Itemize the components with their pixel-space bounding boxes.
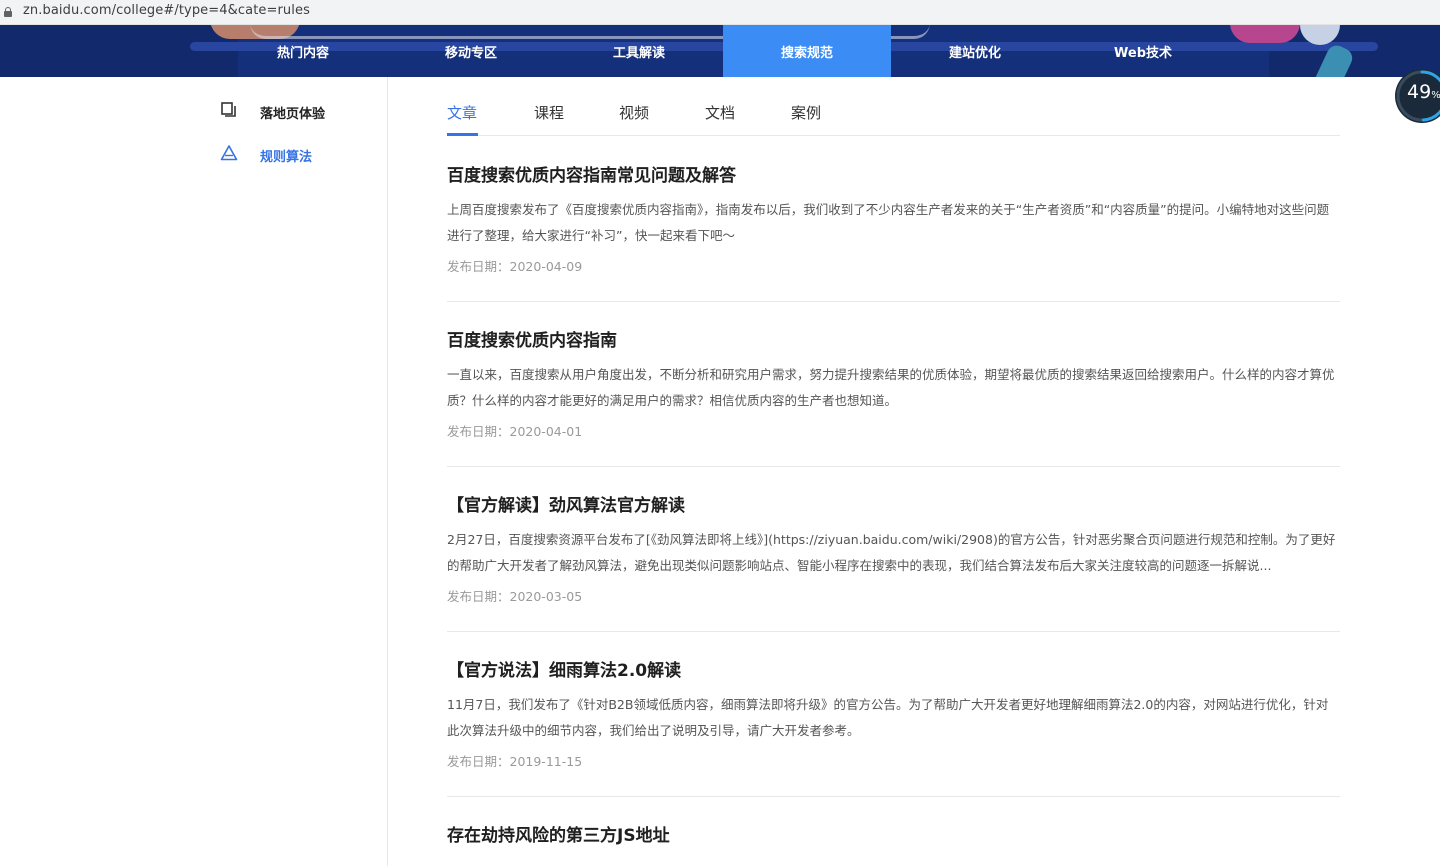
nav-item-web-tech[interactable]: Web技术 — [1059, 25, 1227, 77]
article-item: 【官方说法】细雨算法2.0解读 11月7日，我们发布了《针对B2B领域低质内容，… — [447, 632, 1340, 797]
nav-item-search-rules[interactable]: 搜索规范 — [723, 25, 891, 77]
article-title[interactable]: 【官方解读】劲风算法官方解读 — [447, 491, 685, 516]
article-title[interactable]: 存在劫持风险的第三方JS地址 — [447, 821, 670, 846]
url-text[interactable]: zn.baidu.com/college#/type=4&cate=rules — [23, 3, 310, 18]
copy-icon — [220, 101, 238, 123]
sidebar: 落地页体验 规则算法 — [0, 77, 388, 866]
sidebar-item-label: 规则算法 — [260, 149, 313, 165]
article-item: 百度搜索优质内容指南常见问题及解答 上周百度搜索发布了《百度搜索优质内容指南》，… — [447, 137, 1340, 302]
sidebar-item-landing-page[interactable]: 落地页体验 — [220, 100, 325, 124]
article-date: 发布日期：2020-03-05 — [447, 589, 583, 604]
main-nav: 热门内容 移动专区 工具解读 搜索规范 建站优化 Web技术 — [219, 25, 1227, 77]
top-banner: 热门内容 移动专区 工具解读 搜索规范 建站优化 Web技术 — [0, 25, 1440, 77]
article-item: 百度搜索优质内容指南 一直以来，百度搜索从用户角度出发，不断分析和研究用户需求，… — [447, 302, 1340, 467]
article-summary: 2月27日，百度搜索资源平台发布了[《劲风算法即将上线》](https://zi… — [447, 532, 1336, 573]
progress-value: 49% — [1407, 81, 1440, 103]
article-title[interactable]: 百度搜索优质内容指南 — [447, 326, 617, 351]
tab-articles[interactable]: 文章 — [447, 102, 477, 123]
article-summary: 11月7日，我们发布了《针对B2B领域低质内容，细雨算法即将升级》的官方公告。为… — [447, 697, 1329, 738]
article-summary: 一直以来，百度搜索从用户角度出发，不断分析和研究用户需求，努力提升搜索结果的优质… — [447, 367, 1335, 408]
article-item: 存在劫持风险的第三方JS地址 — [447, 797, 1340, 866]
nav-item-tools[interactable]: 工具解读 — [555, 25, 723, 77]
sidebar-item-label: 落地页体验 — [260, 106, 326, 122]
article-item: 【官方解读】劲风算法官方解读 2月27日，百度搜索资源平台发布了[《劲风算法即将… — [447, 467, 1340, 632]
article-title[interactable]: 百度搜索优质内容指南常见问题及解答 — [447, 161, 736, 186]
article-date: 发布日期：2020-04-09 — [447, 259, 583, 274]
article-title[interactable]: 【官方说法】细雨算法2.0解读 — [447, 656, 681, 681]
nav-item-hot[interactable]: 热门内容 — [219, 25, 387, 77]
warning-triangle-icon — [220, 144, 238, 166]
active-tab-indicator — [447, 133, 478, 136]
lock-icon — [4, 7, 12, 17]
address-bar[interactable]: zn.baidu.com/college#/type=4&cate=rules — [0, 0, 1440, 25]
content-tabs: 文章 课程 视频 文档 案例 — [447, 98, 1340, 136]
nav-item-mobile[interactable]: 移动专区 — [387, 25, 555, 77]
progress-badge[interactable]: 49% — [1394, 68, 1440, 124]
tab-documents[interactable]: 文档 — [705, 102, 735, 123]
tab-videos[interactable]: 视频 — [619, 102, 649, 123]
tab-courses[interactable]: 课程 — [534, 102, 564, 123]
article-date: 发布日期：2020-04-01 — [447, 424, 583, 439]
tab-cases[interactable]: 案例 — [791, 102, 821, 123]
nav-item-site-optimize[interactable]: 建站优化 — [891, 25, 1059, 77]
article-summary: 上周百度搜索发布了《百度搜索优质内容指南》，指南发布以后，我们收到了不少内容生产… — [447, 202, 1330, 243]
article-date: 发布日期：2019-11-15 — [447, 754, 583, 769]
sidebar-item-rules-algorithm[interactable]: 规则算法 — [220, 143, 312, 167]
